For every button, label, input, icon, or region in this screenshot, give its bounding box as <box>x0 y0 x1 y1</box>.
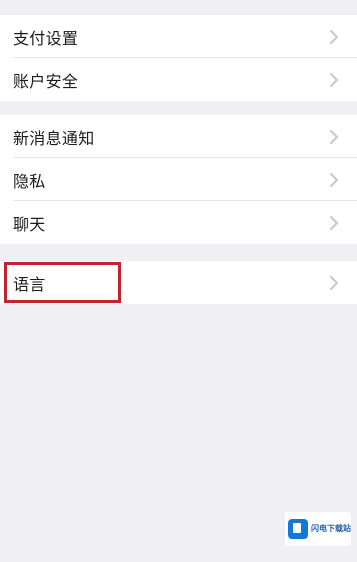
chevron-right-icon <box>330 172 338 187</box>
row-label: 支付设置 <box>13 28 79 48</box>
watermark-title: 闪电下载站 <box>311 524 351 533</box>
row-label: 聊天 <box>13 214 46 234</box>
settings-row-new-message-notification[interactable]: 新消息通知 <box>0 115 357 158</box>
settings-row-chat[interactable]: 聊天 <box>0 201 357 244</box>
settings-row-payment[interactable]: 支付设置 <box>0 15 357 58</box>
settings-row-language[interactable]: 语言 <box>0 261 357 304</box>
settings-group-language: 语言 <box>0 261 357 304</box>
row-label: 隐私 <box>13 171 46 191</box>
site-logo-icon <box>288 519 308 539</box>
settings-row-account-security[interactable]: 账户安全 <box>0 58 357 101</box>
settings-group-notifications-privacy-chat: 新消息通知 隐私 聊天 <box>0 115 357 244</box>
chevron-right-icon <box>330 215 338 230</box>
settings-row-privacy[interactable]: 隐私 <box>0 158 357 201</box>
settings-group-payment-security: 支付设置 账户安全 <box>0 15 357 101</box>
row-label: 语言 <box>13 274 46 294</box>
chevron-right-icon <box>330 129 338 144</box>
chevron-right-icon <box>330 72 338 87</box>
chevron-right-icon <box>330 275 338 290</box>
watermark: 闪电下载站 <box>285 512 351 546</box>
row-label: 新消息通知 <box>13 128 95 148</box>
chevron-right-icon <box>330 29 338 44</box>
top-strip <box>0 0 357 14</box>
watermark-text: 闪电下载站 <box>311 525 351 533</box>
row-label: 账户安全 <box>13 71 79 91</box>
